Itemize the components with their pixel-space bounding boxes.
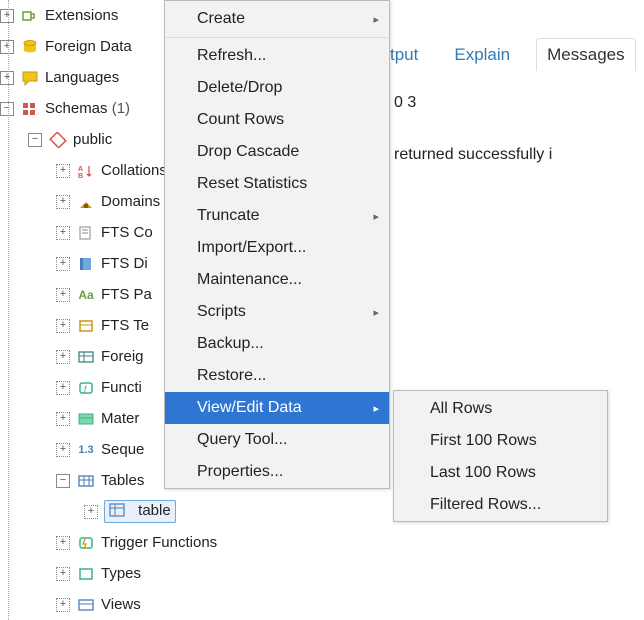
ctx-delete-drop[interactable]: Delete/Drop — [165, 72, 389, 104]
expander-icon[interactable]: + — [56, 412, 70, 426]
expander-icon[interactable]: + — [56, 567, 70, 581]
expander-icon[interactable]: + — [56, 257, 70, 271]
tab-explain[interactable]: Explain — [444, 39, 520, 71]
tree-item-label: Domains — [101, 193, 160, 210]
expander-icon[interactable]: + — [56, 443, 70, 457]
expander-icon[interactable]: − — [28, 133, 42, 147]
tree-item-label: FTS Di — [101, 255, 148, 272]
expander-icon[interactable]: + — [84, 505, 98, 519]
foreign-table-icon — [76, 348, 96, 366]
expander-icon[interactable]: + — [56, 195, 70, 209]
ctx-count-rows[interactable]: Count Rows — [165, 104, 389, 136]
ctx-reset-statistics[interactable]: Reset Statistics — [165, 168, 389, 200]
tree-row-views[interactable]: + Views — [0, 589, 310, 620]
domain-icon — [76, 193, 96, 211]
menu-separator — [165, 37, 389, 38]
tree-item-label: Tables — [101, 472, 144, 489]
sub-all-rows[interactable]: All Rows — [394, 393, 607, 425]
tree-item-label: Foreig — [101, 348, 144, 365]
ctx-query-tool[interactable]: Query Tool... — [165, 424, 389, 456]
views-icon — [76, 596, 96, 614]
expander-icon[interactable]: + — [56, 598, 70, 612]
svg-text:ƒ: ƒ — [83, 384, 88, 394]
ctx-view-edit-data[interactable]: View/Edit Data▸ — [165, 392, 389, 424]
tree-row-trigger-functions[interactable]: + Trigger Functions — [0, 527, 310, 558]
messages-output: 0 3 returned successfully i — [394, 90, 552, 169]
sequence-icon: 1.3 — [76, 441, 96, 459]
ctx-create[interactable]: Create▸ — [165, 3, 389, 35]
submenu-arrow-icon: ▸ — [373, 210, 379, 223]
schemas-icon — [20, 100, 40, 118]
svg-text:B: B — [78, 173, 83, 179]
selected-table[interactable]: table — [104, 500, 176, 522]
fts-config-icon — [76, 224, 96, 242]
context-menu: Create▸ Refresh... Delete/Drop Count Row… — [164, 0, 390, 489]
ctx-restore[interactable]: Restore... — [165, 360, 389, 392]
expander-icon[interactable]: − — [56, 474, 70, 488]
tree-item-label: Views — [101, 596, 141, 613]
tree-item-label: public — [73, 131, 112, 148]
tree-item-label: Seque — [101, 441, 144, 458]
expander-icon[interactable]: + — [56, 381, 70, 395]
expander-icon[interactable]: + — [0, 9, 14, 23]
expander-icon[interactable]: + — [56, 319, 70, 333]
function-icon: ƒ — [76, 379, 96, 397]
ctx-backup[interactable]: Backup... — [165, 328, 389, 360]
expander-icon[interactable]: − — [0, 102, 14, 116]
speech-bubble-icon — [20, 69, 40, 87]
tree-item-label: Mater — [101, 410, 139, 427]
expander-icon[interactable]: + — [0, 71, 14, 85]
tree-item-label: Foreign Data — [45, 38, 132, 55]
tree-item-label: Extensions — [45, 7, 118, 24]
tree-item-label: FTS Pa — [101, 286, 152, 303]
view-edit-submenu: All Rows First 100 Rows Last 100 Rows Fi… — [393, 390, 608, 522]
tables-icon — [76, 472, 96, 490]
expander-icon[interactable]: + — [56, 288, 70, 302]
ctx-drop-cascade[interactable]: Drop Cascade — [165, 136, 389, 168]
sub-filtered[interactable]: Filtered Rows... — [394, 489, 607, 521]
tree-item-label: Functi — [101, 379, 142, 396]
tree-row-types[interactable]: + Types — [0, 558, 310, 589]
table-icon — [109, 503, 129, 521]
tree-item-label: Types — [101, 565, 141, 582]
tree-row-table-item[interactable]: + table — [0, 496, 310, 527]
tree-item-label: table — [138, 502, 171, 519]
submenu-arrow-icon: ▸ — [373, 13, 379, 26]
expander-icon[interactable]: + — [56, 350, 70, 364]
submenu-arrow-icon: ▸ — [373, 306, 379, 319]
sub-last-100[interactable]: Last 100 Rows — [394, 457, 607, 489]
expander-icon[interactable]: + — [56, 164, 70, 178]
tree-item-label: Schemas (1) — [45, 100, 130, 117]
expander-icon[interactable]: + — [56, 536, 70, 550]
cylinder-icon — [20, 38, 40, 56]
fts-template-icon — [76, 317, 96, 335]
extension-icon — [20, 7, 40, 25]
schema-icon — [48, 131, 68, 149]
ctx-refresh[interactable]: Refresh... — [165, 40, 389, 72]
tree-item-label: Collations — [101, 162, 167, 179]
result-tabs: tput Explain Messages — [380, 38, 636, 71]
ctx-properties[interactable]: Properties... — [165, 456, 389, 488]
ctx-scripts[interactable]: Scripts▸ — [165, 296, 389, 328]
trigger-function-icon — [76, 534, 96, 552]
svg-text:A: A — [78, 166, 83, 173]
ctx-truncate[interactable]: Truncate▸ — [165, 200, 389, 232]
expander-icon[interactable]: + — [56, 226, 70, 240]
fts-parser-icon: Aa — [76, 286, 96, 304]
submenu-arrow-icon: ▸ — [373, 402, 379, 415]
sub-first-100[interactable]: First 100 Rows — [394, 425, 607, 457]
types-icon — [76, 565, 96, 583]
tree-item-label: Languages — [45, 69, 119, 86]
collation-icon: AB — [76, 162, 96, 180]
matview-icon — [76, 410, 96, 428]
ctx-import-export[interactable]: Import/Export... — [165, 232, 389, 264]
tree-item-label: FTS Te — [101, 317, 149, 334]
tab-messages[interactable]: Messages — [536, 38, 635, 71]
fts-dict-icon — [76, 255, 96, 273]
tree-item-label: Trigger Functions — [101, 534, 217, 551]
tree-item-label: FTS Co — [101, 224, 153, 241]
ctx-maintenance[interactable]: Maintenance... — [165, 264, 389, 296]
expander-icon[interactable]: + — [0, 40, 14, 54]
